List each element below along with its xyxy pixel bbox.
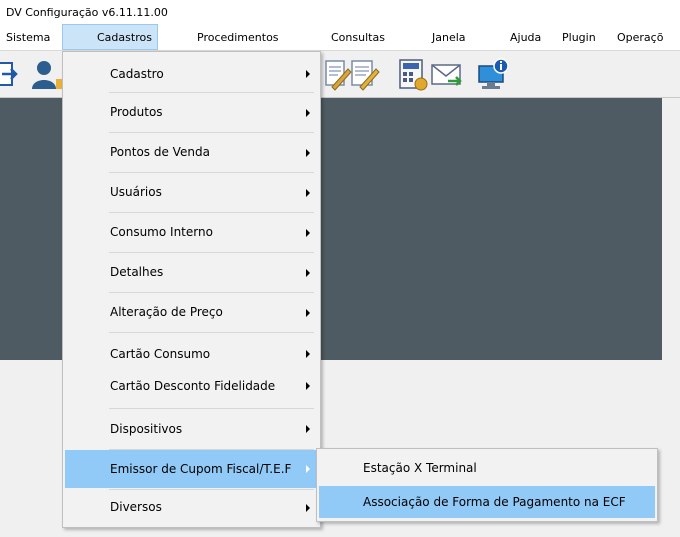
chevron-right-icon: [306, 503, 310, 512]
menu-janela[interactable]: Janela: [432, 24, 466, 50]
chevron-right-icon: [306, 425, 310, 433]
menu-item-label: Alteração de Preço: [110, 305, 223, 319]
menu-ajuda[interactable]: Ajuda: [510, 24, 541, 50]
menu-item-label: Dispositivos: [110, 422, 183, 436]
menu-item-label: Diversos: [110, 500, 162, 514]
chevron-right-icon: [306, 465, 310, 473]
menu-item-produtos[interactable]: Produtos: [65, 93, 318, 132]
chevron-right-icon: [306, 188, 310, 197]
chevron-right-icon: [306, 70, 310, 78]
menu-item-pontos-de-venda[interactable]: Pontos de Venda: [65, 133, 318, 172]
menu-item-label: Consumo Interno: [110, 225, 213, 239]
menu-item-label: Produtos: [110, 105, 163, 119]
menu-item-cadastro[interactable]: Cadastro: [65, 56, 318, 92]
menu-operacoes[interactable]: Operaçõ: [617, 24, 663, 50]
chevron-right-icon: [306, 268, 310, 277]
menu-plugin[interactable]: Plugin: [562, 24, 596, 50]
window-title: DV Configuração v6.11.11.00: [0, 0, 680, 24]
chevron-right-icon: [306, 382, 310, 390]
chevron-right-icon: [306, 148, 310, 157]
menu-item-alteracao-de-preco[interactable]: Alteração de Preço: [65, 293, 318, 332]
menu-item-consumo-interno[interactable]: Consumo Interno: [65, 213, 318, 252]
user-icon[interactable]: [30, 57, 64, 91]
menu-item-label: Emissor de Cupom Fiscal/T.E.F: [110, 462, 292, 476]
menu-item-label: Cadastro: [110, 67, 164, 81]
menu-item-detalhes[interactable]: Detalhes: [65, 253, 318, 292]
menu-item-label: Pontos de Venda: [110, 145, 210, 159]
chevron-right-icon: [306, 350, 310, 358]
submenu-item-estacao-x-terminal[interactable]: Estação X Terminal: [319, 452, 655, 484]
menu-item-cartao-desconto-fidelidade[interactable]: Cartão Desconto Fidelidade: [65, 372, 318, 400]
menu-item-label: Detalhes: [110, 265, 164, 279]
menu-separator: [109, 332, 314, 333]
menu-item-cartao-consumo[interactable]: Cartão Consumo: [65, 340, 318, 368]
menu-sistema[interactable]: Sistema: [6, 24, 50, 50]
exit-icon[interactable]: [0, 57, 30, 91]
menu-cadastros[interactable]: Cadastros: [62, 24, 158, 50]
submenu-item-associacao-forma-pagamento-ecf[interactable]: Associação de Forma de Pagamento na ECF: [319, 486, 655, 518]
emissor-submenu: Estação X Terminal Associação de Forma d…: [316, 448, 658, 522]
menu-item-emissor-cupom-fiscal[interactable]: Emissor de Cupom Fiscal/T.E.F: [65, 450, 318, 488]
chevron-right-icon: [306, 308, 310, 317]
menu-bar: Sistema Cadastros Procedimentos Consulta…: [0, 24, 680, 51]
edit-report-icon[interactable]: [318, 57, 352, 91]
computer-info-icon[interactable]: [476, 57, 510, 91]
menu-item-label: Cartão Consumo: [110, 347, 211, 361]
menu-item-dispositivos[interactable]: Dispositivos: [65, 409, 318, 449]
menu-procedimentos[interactable]: Procedimentos: [197, 24, 279, 50]
menu-item-label: Cartão Desconto Fidelidade: [110, 379, 276, 393]
mail-send-icon[interactable]: [430, 57, 464, 91]
calculator-icon[interactable]: [396, 57, 430, 91]
menu-item-label: Usuários: [110, 185, 162, 199]
edit-report-icon[interactable]: [348, 57, 382, 91]
menu-item-usuarios[interactable]: Usuários: [65, 173, 318, 212]
cadastros-menu: Cadastro Produtos Pontos de Venda Usuári…: [62, 51, 321, 528]
menu-item-diversos[interactable]: Diversos: [65, 490, 318, 525]
menu-consultas[interactable]: Consultas: [331, 24, 385, 50]
chevron-right-icon: [306, 228, 310, 237]
chevron-right-icon: [306, 108, 310, 117]
